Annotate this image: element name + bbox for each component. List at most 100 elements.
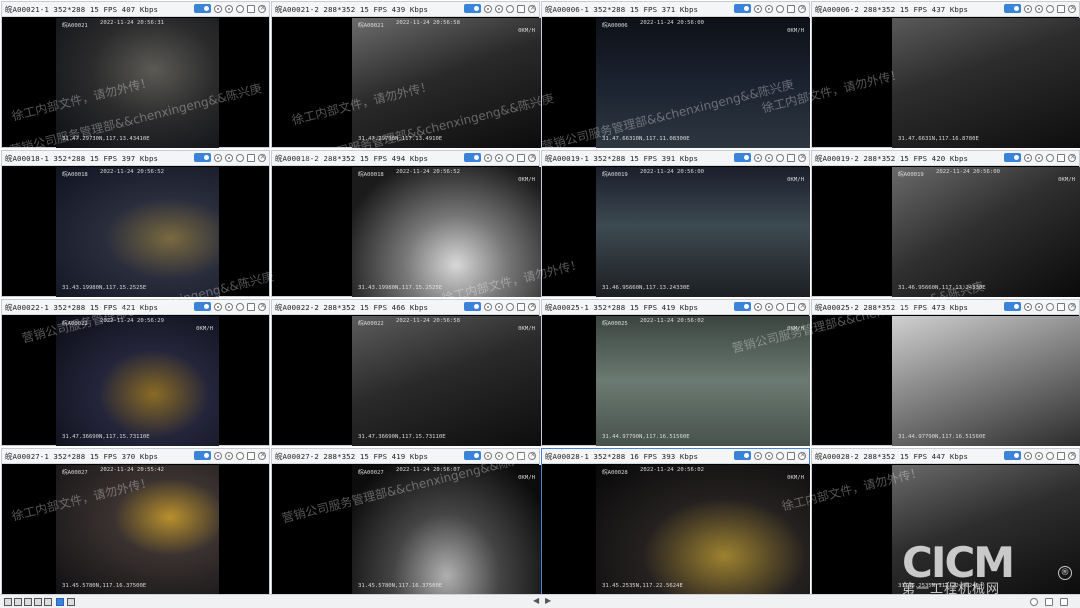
record-icon[interactable] [484,4,492,13]
camera-tile[interactable]: 皖A00022-2 288*352 15 FPS 466 Kbps 皖A00022… [271,299,541,446]
maximize-icon[interactable] [1057,451,1065,460]
camera-tile[interactable]: 皖A00022-1 352*288 15 FPS 421 Kbps 皖A00022… [1,299,270,446]
video-feed[interactable]: 皖A00022 2022-11-24 20:56:29 0KM/H 31.47.366… [56,316,219,446]
maximize-icon[interactable] [787,153,795,162]
close-icon[interactable] [528,3,536,13]
video-feed[interactable]: 皖A00021 2022-11-24 20:56:31 31.47.29730N,1… [56,18,219,148]
camera-tile[interactable]: 皖A00025-2 288*352 15 FPS 473 Kbps 31.44.9… [811,299,1080,446]
record-icon[interactable] [214,4,222,13]
maximize-icon[interactable] [247,4,255,13]
record-icon[interactable] [1024,302,1032,311]
audio-icon[interactable] [236,302,244,311]
audio-icon[interactable] [776,153,784,162]
maximize-icon[interactable] [247,302,255,311]
video-feed[interactable]: 皖A00021 2022-11-24 20:56:58 0KM/H 31.47.297… [352,18,541,148]
maximize-icon[interactable] [517,153,525,162]
snapshot-icon[interactable] [765,4,773,13]
record-icon[interactable] [1024,4,1032,13]
record-icon[interactable] [484,153,492,162]
maximize-icon[interactable] [787,302,795,311]
camera-tile[interactable]: 皖A00018-1 352*288 15 FPS 397 Kbps 皖A00018… [1,150,270,297]
snapshot-icon[interactable] [765,153,773,162]
prev-page-arrow-icon[interactable]: ◀ [533,596,539,605]
camera-tile[interactable]: 皖A00019-1 352*288 15 FPS 391 Kbps 皖A00019… [541,150,810,297]
close-icon[interactable] [258,3,266,13]
layout-1plus7-button[interactable] [44,598,52,606]
hd-toggle-icon[interactable] [734,451,751,460]
audio-icon[interactable] [1046,4,1054,13]
maximize-icon[interactable] [517,4,525,13]
hd-toggle-icon[interactable] [1004,153,1021,162]
layout-3x3-button[interactable] [24,598,32,606]
hd-toggle-icon[interactable] [464,451,481,460]
close-icon[interactable] [528,301,536,311]
record-icon[interactable] [214,302,222,311]
camera-tile[interactable]: 皖A00028-1 352*288 16 FPS 393 Kbps 皖A00028… [541,448,810,595]
maximize-icon[interactable] [787,4,795,13]
record-icon[interactable] [754,4,762,13]
snapshot-icon[interactable] [495,302,503,311]
maximize-icon[interactable] [1057,302,1065,311]
camera-tile[interactable]: 皖A00027-1 352*288 15 FPS 370 Kbps 皖A00027… [1,448,270,595]
maximize-icon[interactable] [517,451,525,460]
record-icon[interactable] [754,153,762,162]
hd-toggle-icon[interactable] [1004,451,1021,460]
hd-toggle-icon[interactable] [194,4,211,13]
close-icon[interactable] [528,450,536,460]
maximize-icon[interactable] [1057,4,1065,13]
hd-toggle-icon[interactable] [1004,302,1021,311]
video-feed[interactable]: 皖A00027 2022-11-24 20:56:07 0KM/H 31.45.578… [352,465,541,595]
hd-toggle-icon[interactable] [734,302,751,311]
hd-toggle-icon[interactable] [734,153,751,162]
record-icon[interactable] [214,451,222,460]
hd-toggle-icon[interactable] [464,302,481,311]
close-all-icon[interactable] [1060,598,1068,606]
maximize-icon[interactable] [247,451,255,460]
close-icon[interactable] [798,450,806,460]
camera-tile[interactable]: 皖A00006-2 288*352 15 FPS 437 Kbps 31.47.6… [811,1,1080,148]
record-icon[interactable] [754,302,762,311]
camera-tile[interactable]: 皖A00006-1 352*288 15 FPS 371 Kbps 皖A00006… [541,1,810,148]
close-icon[interactable] [258,450,266,460]
record-icon[interactable] [1024,153,1032,162]
close-icon[interactable] [798,152,806,162]
snapshot-icon[interactable] [765,302,773,311]
video-feed[interactable]: 皖A00018 2022-11-24 20:56:52 31.43.19980N,1… [56,167,219,297]
video-feed[interactable]: 皖A00027 2022-11-24 20:55:42 31.45.5780N,11… [56,465,219,595]
snapshot-icon[interactable] [765,451,773,460]
video-feed[interactable]: 皖A00019 2022-11-24 20:56:00 0KM/H 31.46.956… [596,167,810,297]
layout-1x1-button[interactable] [4,598,12,606]
close-icon[interactable] [1068,3,1076,13]
audio-icon[interactable] [236,4,244,13]
audio-icon[interactable] [506,451,514,460]
audio-icon[interactable] [776,302,784,311]
audio-icon[interactable] [236,451,244,460]
camera-tile[interactable]: 皖A00019-2 288*352 15 FPS 420 Kbps 皖A00019… [811,150,1080,297]
video-feed[interactable]: 31.47.6631N,117.16.8780E [892,18,1080,148]
snapshot-icon[interactable] [495,4,503,13]
layout-4x4-button[interactable] [56,598,64,606]
next-page-arrow-icon[interactable]: ▶ [545,596,551,605]
camera-tile[interactable]: 皖A00018-2 288*352 15 FPS 494 Kbps 皖A00018… [271,150,541,297]
snapshot-icon[interactable] [495,451,503,460]
hd-toggle-icon[interactable] [734,4,751,13]
snapshot-icon[interactable] [1035,302,1043,311]
camera-tile[interactable]: 皖A00025-1 352*288 15 FPS 419 Kbps 皖A00025… [541,299,810,446]
record-icon[interactable] [1030,598,1038,606]
camera-tile[interactable]: 皖A00027-2 288*352 15 FPS 419 Kbps 皖A00027… [271,448,541,595]
layout-2x2-button[interactable] [14,598,22,606]
snapshot-icon[interactable] [225,451,233,460]
maximize-icon[interactable] [787,451,795,460]
video-feed[interactable]: 皖A00018 2022-11-24 20:56:52 0KM/H 31.43.199… [352,167,541,297]
hd-toggle-icon[interactable] [194,302,211,311]
video-feed[interactable]: 31.44.97790N,117.16.51560E [892,316,1080,446]
snapshot-icon[interactable] [225,153,233,162]
audio-icon[interactable] [1046,451,1054,460]
snapshot-icon[interactable] [1045,598,1053,606]
audio-icon[interactable] [776,451,784,460]
layout-1plus5-button[interactable] [34,598,42,606]
audio-icon[interactable] [1046,302,1054,311]
snapshot-icon[interactable] [1035,4,1043,13]
video-feed[interactable]: 皖A00006 2022-11-24 20:56:00 0KM/H 31.47.663… [596,18,810,148]
audio-icon[interactable] [776,4,784,13]
